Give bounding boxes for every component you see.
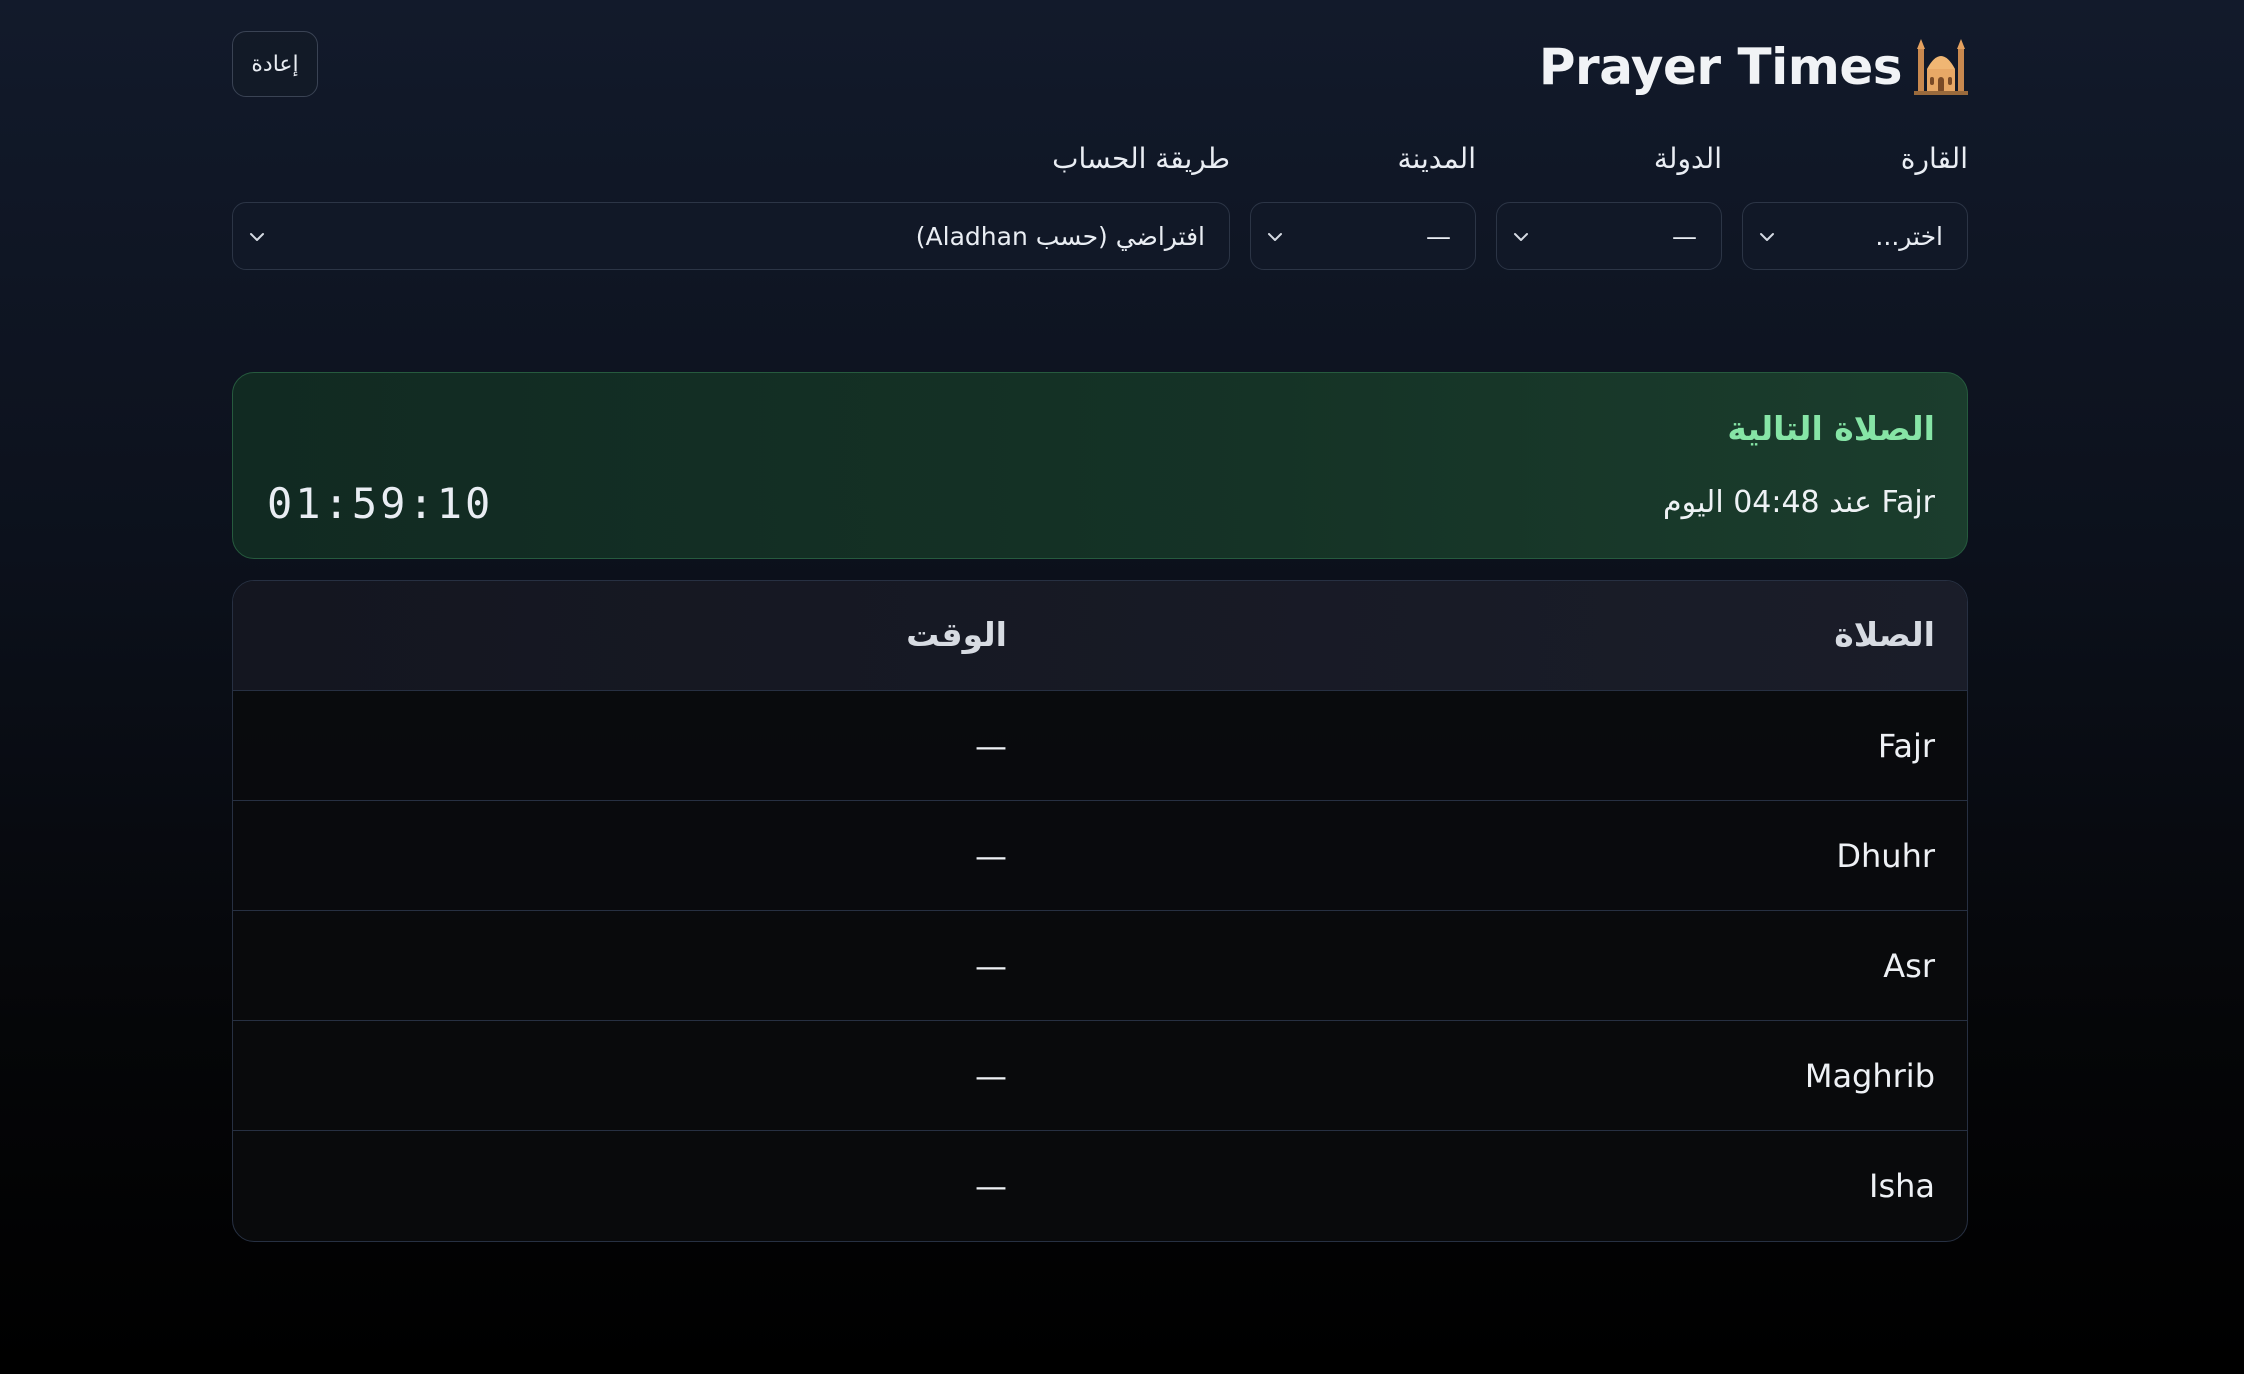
reset-button[interactable]: إعادة — [232, 31, 318, 97]
prayer-name-cell: Maghrib — [1804, 1057, 1935, 1095]
prayer-time-cell: — — [975, 1167, 1007, 1205]
prayer-name-cell: Isha — [1869, 1167, 1935, 1205]
chevron-down-icon — [1514, 233, 1528, 241]
city-select[interactable]: — — [1250, 202, 1476, 270]
prayer-name-cell: Asr — [1883, 947, 1935, 985]
prayer-time-cell: — — [975, 947, 1007, 985]
countdown-timer: 01:59:10 — [267, 479, 494, 528]
method-select-value: افتراضي (حسب Aladhan) — [915, 221, 1205, 251]
mosque-icon — [1914, 39, 1968, 95]
prayer-time-cell: — — [975, 1057, 1007, 1095]
country-label: الدولة — [1653, 142, 1722, 175]
chevron-down-icon — [1268, 233, 1282, 241]
method-label: طريقة الحساب — [1052, 142, 1230, 175]
prayer-time-cell: — — [975, 837, 1007, 875]
prayer-times-table: الصلاة الوقت Fajr — Dhuhr — Asr — Maghri… — [232, 580, 1968, 1242]
page-title: Prayer Times — [1539, 32, 1968, 102]
continent-select[interactable]: اختر... — [1742, 202, 1968, 270]
table-header-row: الصلاة الوقت — [233, 581, 1967, 691]
chevron-down-icon — [1760, 233, 1774, 241]
table-row: Dhuhr — — [233, 801, 1967, 911]
next-prayer-title: الصلاة التالية — [1727, 409, 1935, 448]
prayer-time-cell: — — [975, 727, 1007, 765]
next-prayer-card: الصلاة التالية Fajr عند 04:48 اليوم 01:5… — [232, 372, 1968, 559]
continent-label: القارة — [1900, 142, 1968, 175]
table-row: Isha — — [233, 1131, 1967, 1241]
prayer-name-cell: Fajr — [1877, 727, 1935, 765]
city-label: المدينة — [1397, 142, 1476, 175]
chevron-down-icon — [250, 233, 264, 241]
next-prayer-detail: Fajr عند 04:48 اليوم — [1663, 485, 1935, 520]
continent-select-value: اختر... — [1875, 221, 1943, 251]
prayer-column-header: الصلاة — [1834, 615, 1935, 654]
prayer-name-cell: Dhuhr — [1836, 837, 1935, 875]
country-select[interactable]: — — [1496, 202, 1722, 270]
filters-bar: القارة اختر... الدولة — المدينة — طريقة … — [232, 130, 1968, 372]
city-select-value: — — [1426, 221, 1451, 251]
prayer-times-page: Prayer Times إعادة القارة اختر... الدولة… — [232, 0, 1968, 1242]
header: Prayer Times إعادة — [232, 0, 1968, 130]
table-row: Maghrib — — [233, 1021, 1967, 1131]
country-select-value: — — [1672, 221, 1697, 251]
method-select[interactable]: افتراضي (حسب Aladhan) — [232, 202, 1230, 270]
time-column-header: الوقت — [906, 615, 1007, 654]
table-row: Fajr — — [233, 691, 1967, 801]
table-row: Asr — — [233, 911, 1967, 1021]
page-title-text: Prayer Times — [1538, 38, 1903, 96]
